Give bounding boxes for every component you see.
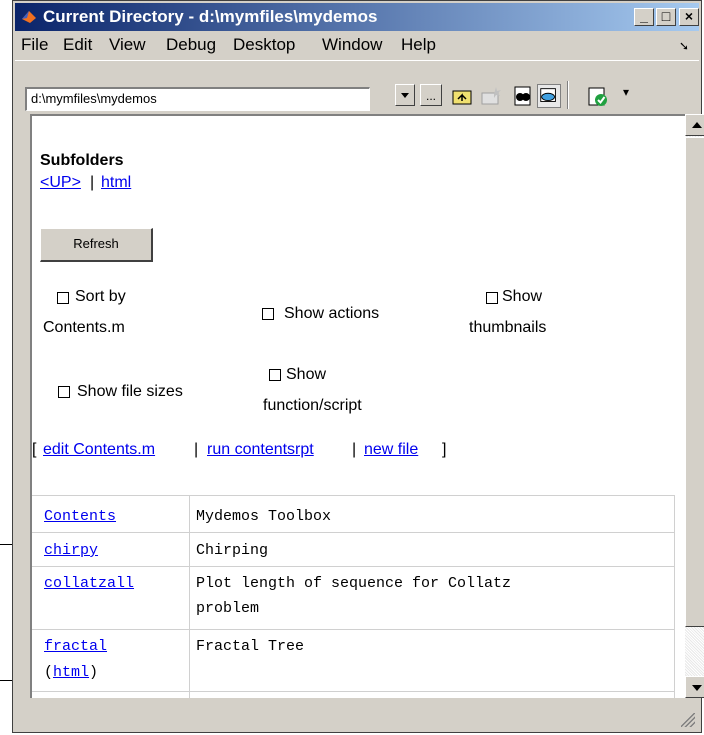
- file-description: Plot length of sequence for Collatz: [196, 575, 512, 592]
- directory-report-pane: Subfolders <UP> | html Refresh Sort by C…: [30, 114, 685, 698]
- show-thumbnails-label: Show: [502, 288, 543, 305]
- scroll-up-button[interactable]: [685, 114, 704, 136]
- toolbar-chevron-icon[interactable]: ▾: [623, 85, 629, 99]
- table-border: [189, 495, 190, 698]
- table-border: [32, 566, 674, 567]
- up-link[interactable]: <UP>: [40, 174, 81, 192]
- view-toggle-icon[interactable]: [537, 84, 561, 108]
- file-description: Fractal Tree: [196, 638, 305, 655]
- menu-chevron-icon[interactable]: ➘: [679, 39, 689, 53]
- file-link[interactable]: chirpy: [44, 542, 98, 559]
- current-directory-window: Current Directory - d:\mymfiles\mydemos …: [12, 0, 704, 733]
- menu-debug[interactable]: Debug: [166, 35, 216, 55]
- sort-by-contents-checkbox[interactable]: [57, 292, 69, 304]
- run-contentsrpt-link[interactable]: run contentsrpt: [207, 441, 314, 459]
- table-border: [32, 532, 674, 533]
- minimize-button[interactable]: _: [634, 8, 654, 26]
- subfolders-heading: Subfolders: [40, 152, 124, 169]
- show-thumbnails-checkbox[interactable]: [486, 292, 498, 304]
- maximize-button[interactable]: □: [656, 8, 676, 26]
- menu-file[interactable]: File: [21, 35, 48, 55]
- matlab-logo-icon: [22, 11, 36, 23]
- edit-contents-link[interactable]: edit Contents.m: [43, 441, 155, 459]
- menu-desktop[interactable]: Desktop: [233, 35, 295, 55]
- new-folder-icon: [481, 87, 501, 105]
- actions-close-bracket: ]: [442, 441, 447, 458]
- scroll-thumb[interactable]: [685, 137, 704, 627]
- show-file-sizes-checkbox[interactable]: [58, 386, 70, 398]
- paren-close: ): [89, 664, 99, 681]
- address-dropdown-button[interactable]: [395, 84, 415, 106]
- actions-open-bracket: [: [32, 441, 37, 458]
- new-file-link[interactable]: new file: [364, 441, 418, 459]
- show-actions-checkbox[interactable]: [262, 308, 274, 320]
- sort-by-label: Sort by: [75, 288, 126, 305]
- toolbar-separator: [567, 81, 569, 109]
- paren-open: (: [44, 664, 54, 681]
- table-border: [674, 495, 675, 698]
- html-folder-link[interactable]: html: [101, 174, 131, 192]
- table-border: [32, 691, 674, 692]
- window-title: Current Directory - d:\mymfiles\mydemos: [43, 7, 378, 26]
- actions-separator: |: [352, 441, 357, 458]
- table-border: [32, 495, 674, 496]
- menu-view[interactable]: View: [109, 35, 146, 55]
- scroll-down-button[interactable]: [685, 676, 704, 698]
- find-files-icon[interactable]: [511, 84, 535, 108]
- show-actions-label: Show actions: [284, 305, 380, 322]
- menu-bar: File Edit View Debug Desktop Window Help…: [15, 33, 699, 57]
- menu-help[interactable]: Help: [401, 35, 436, 55]
- show-function-script-label-2: function/script: [263, 397, 362, 414]
- refresh-button[interactable]: Refresh: [40, 228, 153, 262]
- file-html-link[interactable]: html: [53, 664, 89, 681]
- file-description: Chirping: [196, 542, 269, 559]
- table-border: [32, 629, 674, 630]
- show-function-script-checkbox[interactable]: [269, 369, 281, 381]
- status-bar: [15, 700, 699, 731]
- file-link[interactable]: Contents: [44, 508, 116, 525]
- file-description-continued: problem: [196, 600, 260, 617]
- show-function-script-label: Show: [286, 366, 327, 383]
- vertical-scrollbar[interactable]: [685, 114, 704, 698]
- link-separator: |: [90, 174, 95, 191]
- menu-window[interactable]: Window: [322, 35, 382, 55]
- file-link[interactable]: fractal: [44, 638, 107, 655]
- close-button[interactable]: ×: [679, 8, 699, 26]
- show-file-sizes-label: Show file sizes: [77, 383, 183, 400]
- up-folder-icon[interactable]: [450, 84, 474, 108]
- actions-separator: |: [194, 441, 199, 458]
- directory-address-field[interactable]: d:\mymfiles\mydemos: [25, 87, 370, 111]
- menu-edit[interactable]: Edit: [63, 35, 92, 55]
- file-description: Mydemos Toolbox: [196, 508, 332, 525]
- title-bar: Current Directory - d:\mymfiles\mydemos …: [15, 3, 699, 31]
- browse-button[interactable]: ...: [420, 84, 442, 106]
- checklist-icon[interactable]: [586, 84, 610, 108]
- resize-grip-icon[interactable]: [681, 713, 695, 727]
- file-link[interactable]: collatzall: [44, 575, 134, 592]
- sort-by-label-2: Contents.m: [43, 319, 125, 336]
- show-thumbnails-label-2: thumbnails: [469, 319, 547, 336]
